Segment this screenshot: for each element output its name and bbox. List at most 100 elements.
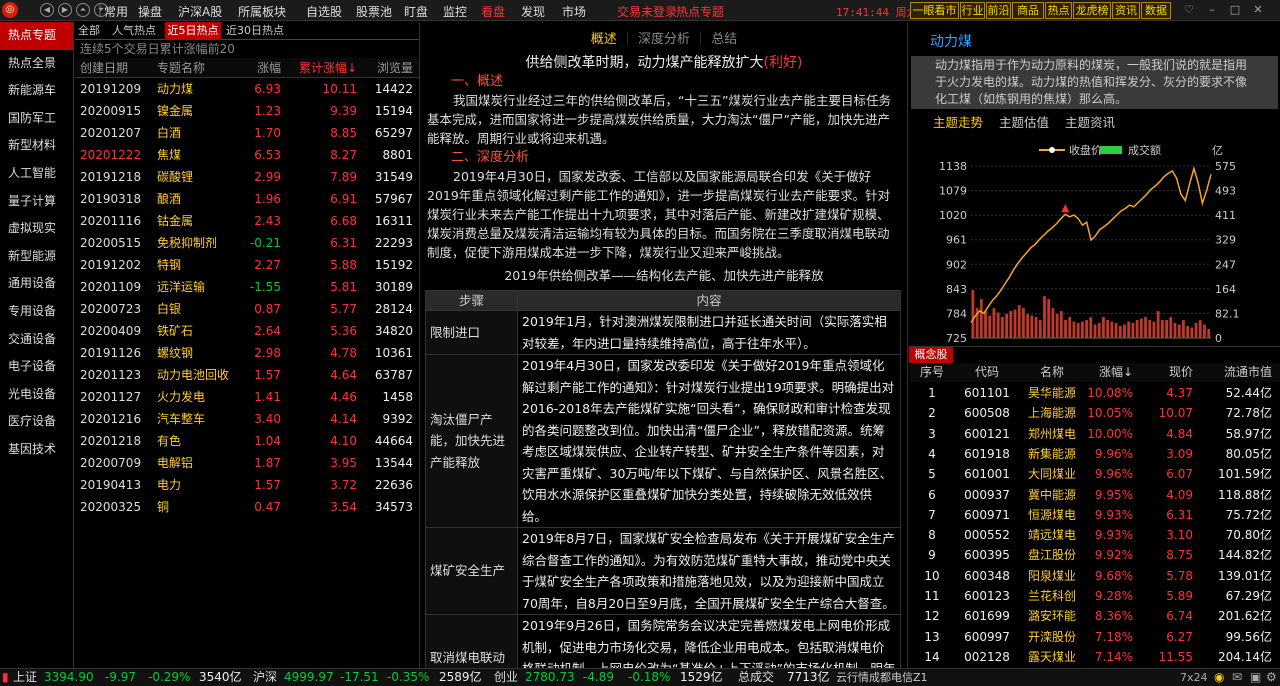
row-topic-name[interactable]: 汽车整车 <box>157 408 205 430</box>
table-row[interactable]: 20201116 钴金属 2.43 6.68 16311 <box>75 210 419 232</box>
menu-item-8[interactable]: 看盘 <box>481 3 505 20</box>
quick-btn-6[interactable]: 资讯 <box>1112 2 1140 19</box>
table-row[interactable]: 20201109 远洋运输 -1.55 5.81 30189 <box>75 276 419 298</box>
row-topic-name[interactable]: 螺纹钢 <box>157 342 193 364</box>
concept-stock-row[interactable]: 3 600121 郑州煤电 10.00% 4.84 58.97亿 <box>909 424 1280 444</box>
lock-icon[interactable]: ▣ <box>1250 669 1261 686</box>
skin-icon[interactable]: ♡ <box>1182 3 1196 17</box>
concept-stock-row[interactable]: 5 601001 大同煤业 9.96% 6.07 101.59亿 <box>909 464 1280 484</box>
col-views[interactable]: 浏览量 <box>377 58 413 78</box>
stock-name[interactable]: 冀中能源 <box>1021 485 1083 505</box>
col-date[interactable]: 创建日期 <box>80 58 128 78</box>
server-name[interactable]: 云行情成都电信Z1 <box>836 669 928 686</box>
table-row[interactable]: 20200915 镍金属 1.23 9.39 15194 <box>75 100 419 122</box>
quick-btn-2[interactable]: 前沿 <box>986 2 1011 19</box>
sidebar-item-1[interactable]: 热点全景 <box>0 50 73 78</box>
row-topic-name[interactable]: 镍金属 <box>157 100 193 122</box>
row-topic-name[interactable]: 白酒 <box>157 122 181 144</box>
back-icon[interactable]: ◀ <box>40 3 54 17</box>
concept-stock-row[interactable]: 4 601918 新集能源 9.96% 3.09 80.05亿 <box>909 444 1280 464</box>
menu-item-10[interactable]: 市场 <box>562 3 586 20</box>
col-change[interactable]: 涨幅 <box>257 58 281 78</box>
menu-item-3[interactable]: 所属板块 <box>238 3 286 20</box>
table-row[interactable]: 20191126 螺纹钢 2.98 4.78 10361 <box>75 342 419 364</box>
col-price[interactable]: 现价 <box>1169 363 1193 380</box>
concept-stock-row[interactable]: 10 600348 阳泉煤业 9.68% 5.78 139.01亿 <box>909 566 1280 586</box>
stock-name[interactable]: 昊华能源 <box>1021 383 1083 403</box>
quick-btn-5[interactable]: 龙虎榜 <box>1073 2 1111 19</box>
quick-btn-7[interactable]: 数据 <box>1141 2 1171 19</box>
table-row[interactable]: 20190413 电力 1.57 3.72 22636 <box>75 474 419 496</box>
chat-icon[interactable]: ✉ <box>1232 669 1242 686</box>
table-row[interactable]: 20200709 电解铝 1.87 3.95 13544 <box>75 452 419 474</box>
quick-btn-3[interactable]: 商品 <box>1012 2 1044 19</box>
forward-icon[interactable]: ▶ <box>58 3 72 17</box>
tab-overview[interactable]: 概述 <box>591 32 617 47</box>
topic-tab-0[interactable]: 全部 <box>75 22 103 40</box>
menu-item-5[interactable]: 股票池 <box>356 3 392 20</box>
settings-icon[interactable]: ⚙ <box>1266 669 1277 686</box>
sidebar-item-3[interactable]: 国防军工 <box>0 105 73 133</box>
sidebar-item-4[interactable]: 新型材料 <box>0 132 73 160</box>
col-name[interactable]: 专题名称 <box>157 58 205 78</box>
row-topic-name[interactable]: 碳酸锂 <box>157 166 193 188</box>
table-row[interactable]: 20190318 酿酒 1.96 6.91 57967 <box>75 188 419 210</box>
alert-icon[interactable]: ◉ <box>1214 669 1224 686</box>
table-row[interactable]: 20200723 白银 0.87 5.77 28124 <box>75 298 419 320</box>
menu-item-0[interactable]: 常用 <box>104 3 128 20</box>
stock-name[interactable]: 兰花科创 <box>1021 586 1083 606</box>
row-topic-name[interactable]: 特钢 <box>157 254 181 276</box>
concept-stock-row[interactable]: 8 000552 靖远煤电 9.93% 3.10 70.80亿 <box>909 525 1280 545</box>
menu-item-11[interactable]: 交易未登录 <box>617 3 677 20</box>
minimize-icon[interactable]: – <box>1205 3 1219 17</box>
row-topic-name[interactable]: 酿酒 <box>157 188 181 210</box>
concept-stock-row[interactable]: 2 600508 上海能源 10.05% 10.07 72.78亿 <box>909 403 1280 423</box>
sidebar-item-10[interactable]: 专用设备 <box>0 298 73 326</box>
stock-name[interactable]: 露天煤业 <box>1021 647 1083 667</box>
concept-stock-row[interactable]: 6 000937 冀中能源 9.95% 4.09 118.88亿 <box>909 485 1280 505</box>
stock-name[interactable]: 靖远煤电 <box>1021 525 1083 545</box>
concept-stock-row[interactable]: 11 600123 兰花科创 9.28% 5.89 67.29亿 <box>909 586 1280 606</box>
row-topic-name[interactable]: 钴金属 <box>157 210 193 232</box>
row-topic-name[interactable]: 有色 <box>157 430 181 452</box>
concept-stock-row[interactable]: 9 600395 盘江股份 9.92% 8.75 144.82亿 <box>909 545 1280 565</box>
cy-name[interactable]: 创业 <box>494 669 518 686</box>
concept-stock-tab[interactable]: 概念股 <box>909 347 953 363</box>
row-topic-name[interactable]: 免税抑制剂 <box>157 232 217 254</box>
scroll-up-icon[interactable]: ⏶ <box>76 3 90 17</box>
stock-name[interactable]: 大同煤业 <box>1021 464 1083 484</box>
quick-btn-1[interactable]: 行业 <box>960 2 985 19</box>
sidebar-item-8[interactable]: 新型能源 <box>0 243 73 271</box>
tab-valuation[interactable]: 主题估值 <box>999 115 1049 130</box>
col-pct[interactable]: 涨幅↓ <box>1099 363 1133 380</box>
table-row[interactable]: 20201222 焦煤 6.53 8.27 8801 <box>75 144 419 166</box>
sidebar-item-9[interactable]: 通用设备 <box>0 270 73 298</box>
sh-name[interactable]: 上证 <box>13 669 37 686</box>
menu-item-6[interactable]: 盯盘 <box>404 3 428 20</box>
stock-name[interactable]: 恒源煤电 <box>1021 505 1083 525</box>
table-row[interactable]: 20191209 动力煤 6.93 10.11 14422 <box>75 78 419 100</box>
concept-stock-row[interactable]: 1 601101 昊华能源 10.08% 4.37 52.44亿 <box>909 383 1280 403</box>
tab-deep-analysis[interactable]: 深度分析 <box>638 32 690 47</box>
stock-name[interactable]: 潞安环能 <box>1021 606 1083 626</box>
concept-stock-row[interactable]: 14 002128 露天煤业 7.14% 11.55 204.14亿 <box>909 647 1280 667</box>
stock-name[interactable]: 上海能源 <box>1021 403 1083 423</box>
topic-tab-3[interactable]: 近30日热点 <box>223 22 287 40</box>
col-rank[interactable]: 序号 <box>914 363 950 380</box>
col-code[interactable]: 代码 <box>961 363 1013 380</box>
stock-name[interactable]: 新集能源 <box>1021 444 1083 464</box>
sidebar-item-11[interactable]: 交通设备 <box>0 326 73 354</box>
maximize-icon[interactable]: □ <box>1228 3 1242 17</box>
row-topic-name[interactable]: 铁矿石 <box>157 320 193 342</box>
sidebar-item-0[interactable]: 热点专题 <box>0 22 73 50</box>
table-row[interactable]: 20201127 火力发电 1.41 4.46 1458 <box>75 386 419 408</box>
tab-news[interactable]: 主题资讯 <box>1065 115 1115 130</box>
table-row[interactable]: 20201216 汽车整车 3.40 4.14 9392 <box>75 408 419 430</box>
table-row[interactable]: 20191218 碳酸锂 2.99 7.89 31549 <box>75 166 419 188</box>
row-topic-name[interactable]: 火力发电 <box>157 386 205 408</box>
row-topic-name[interactable]: 动力煤 <box>157 78 193 100</box>
menu-item-12[interactable]: 热点专题 <box>676 3 724 20</box>
menu-item-2[interactable]: 沪深A股 <box>178 3 222 20</box>
menu-item-7[interactable]: 监控 <box>443 3 467 20</box>
row-topic-name[interactable]: 远洋运输 <box>157 276 205 298</box>
